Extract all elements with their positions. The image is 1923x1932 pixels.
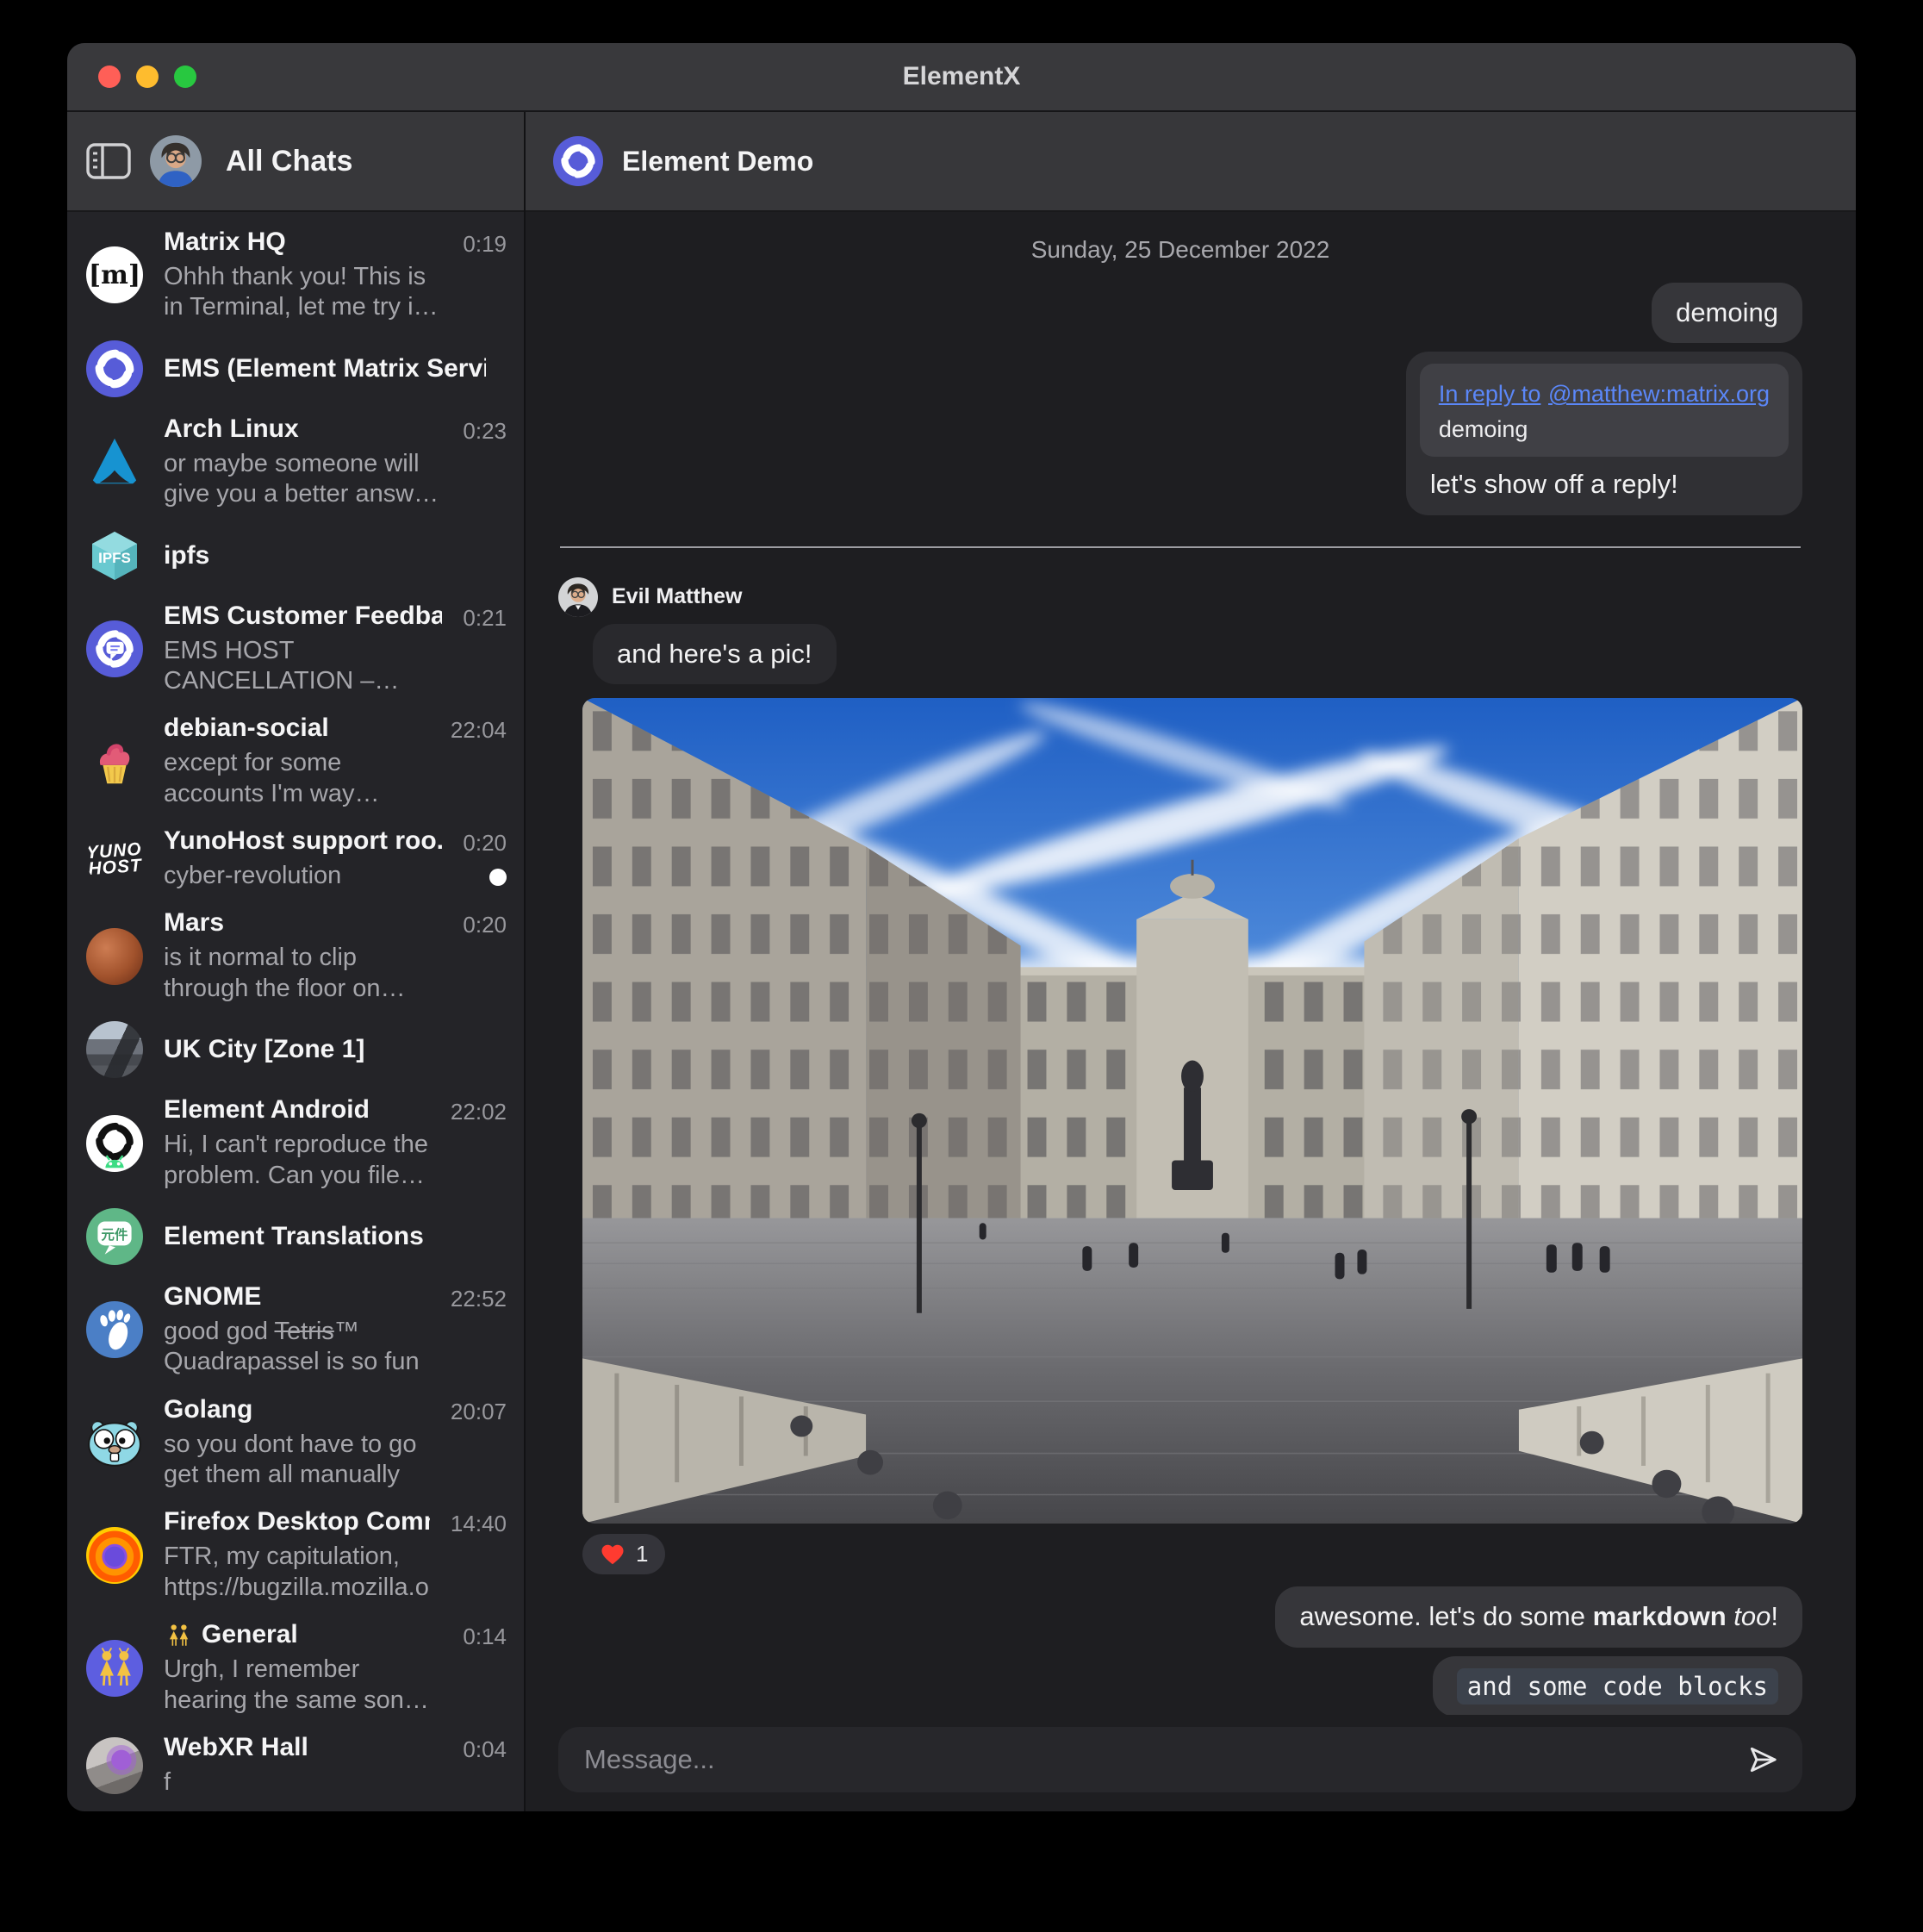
- message-input-box[interactable]: [558, 1727, 1802, 1792]
- inline-code-block: and some code blocks: [1457, 1668, 1778, 1705]
- unread-indicator-dot: [489, 869, 507, 886]
- incoming-message-pic[interactable]: and here's a pic!: [593, 624, 837, 684]
- sender-name: Evil Matthew: [612, 584, 742, 609]
- room-header[interactable]: Element Demo: [526, 112, 1856, 212]
- element-android-logo-avatar: [86, 1115, 143, 1172]
- chat-pane: Element Demo Sunday, 25 December 2022 de…: [524, 112, 1856, 1811]
- room-title: Element Demo: [622, 146, 813, 178]
- outgoing-message-demoing[interactable]: demoing: [1652, 283, 1802, 343]
- window-title: ElementX: [67, 62, 1856, 91]
- chat-row-ems[interactable]: EMS (Element Matrix Servi...: [67, 332, 524, 406]
- chat-row-firefox[interactable]: Firefox Desktop Comm... FTR, my capitula…: [67, 1499, 524, 1611]
- reply-user-link[interactable]: @matthew:matrix.org: [1548, 381, 1770, 407]
- send-button[interactable]: [1744, 1741, 1782, 1779]
- chat-row-general[interactable]: General Urgh, I remember hearing the sam…: [67, 1611, 524, 1724]
- user-avatar[interactable]: [150, 135, 202, 187]
- read-marker-line: [560, 546, 1801, 548]
- sidebar-title: All Chats: [226, 145, 352, 178]
- chat-row-yunohost[interactable]: YUNOHOST YunoHost support roo... cyber-r…: [67, 818, 524, 900]
- sidebar: All Chats [m] Matrix HQ Ohhh thank you! …: [67, 112, 524, 1811]
- chat-row-ems-customer-feedback[interactable]: EMS Customer Feedbac... EMS HOST CANCELL…: [67, 593, 524, 706]
- gnome-foot-logo-avatar: [86, 1301, 143, 1358]
- chat-row-golang[interactable]: Golang so you dont have to go get them a…: [67, 1387, 524, 1499]
- chat-row-debian-social[interactable]: debian-social except for some accounts I…: [67, 705, 524, 818]
- reaction-count: 1: [636, 1541, 648, 1567]
- shared-photo-somerset-courtyard[interactable]: [582, 698, 1802, 1524]
- go-gopher-avatar: [86, 1414, 143, 1471]
- dancers-emoji-icon: [164, 1620, 193, 1649]
- yunohost-logo-avatar: YUNOHOST: [84, 828, 145, 888]
- chat-row-uk-city[interactable]: UK City [Zone 1]: [67, 1013, 524, 1087]
- elementx-window: ElementX All Chats [m] Matrix HQ Ohhh th: [67, 43, 1856, 1811]
- cupcake-emoji-avatar: [86, 733, 143, 790]
- date-separator: Sunday, 25 December 2022: [558, 236, 1802, 264]
- traffic-lights: [98, 65, 196, 88]
- chat-row-thirdroom[interactable]: Thirdroom > <@rek2:hispagatos.org> 21:52: [67, 1806, 524, 1811]
- reaction-heart-pill[interactable]: 1: [582, 1534, 665, 1574]
- webxr-room-photo-avatar: [86, 1737, 143, 1794]
- ipfs-cube-avatar: IPFS: [86, 527, 143, 584]
- message-timeline[interactable]: Sunday, 25 December 2022 demoing In repl…: [526, 212, 1856, 1715]
- toggle-sidebar-icon[interactable]: [86, 142, 131, 180]
- minimize-window-button[interactable]: [136, 65, 159, 88]
- sidebar-header: All Chats: [67, 112, 524, 212]
- chat-row-gnome[interactable]: GNOME good god Tetris™ Quadrapassel is s…: [67, 1274, 524, 1387]
- quoted-message-text: demoing: [1439, 414, 1770, 445]
- zoom-window-button[interactable]: [174, 65, 196, 88]
- reply-body-text: let's show off a reply!: [1420, 467, 1789, 502]
- city-photo-avatar: [86, 1021, 143, 1078]
- chat-row-ipfs[interactable]: IPFS ipfs: [67, 519, 524, 593]
- outgoing-message-markdown[interactable]: awesome. let's do some markdown too!: [1275, 1586, 1802, 1647]
- outgoing-reply-message[interactable]: In reply to @matthew:matrix.org demoing …: [1406, 352, 1802, 515]
- svg-text:IPFS: IPFS: [98, 550, 131, 566]
- chat-row-element-translations[interactable]: 元件 Element Translations: [67, 1200, 524, 1274]
- chat-row-element-android[interactable]: Element Android Hi, I can't reproduce th…: [67, 1087, 524, 1200]
- dancers-emoji-avatar: [86, 1640, 143, 1697]
- arch-linux-logo-avatar: [86, 433, 143, 490]
- outgoing-message-codeblock[interactable]: and some code blocks: [1433, 1656, 1802, 1715]
- in-reply-to-link[interactable]: In reply to: [1439, 381, 1541, 407]
- chat-row-mars[interactable]: Mars is it normal to clip through the fl…: [67, 900, 524, 1013]
- firefox-logo-avatar: [86, 1527, 143, 1584]
- reply-quote-block[interactable]: In reply to @matthew:matrix.org demoing: [1420, 364, 1789, 456]
- message-input[interactable]: [584, 1744, 1744, 1775]
- mars-planet-avatar: [86, 928, 143, 985]
- close-window-button[interactable]: [98, 65, 121, 88]
- titlebar[interactable]: ElementX: [67, 43, 1856, 112]
- chat-row-webxr-hall[interactable]: WebXR Hall f 0:04: [67, 1724, 524, 1806]
- composer-area: [526, 1715, 1856, 1811]
- element-demo-room-logo: [553, 136, 603, 186]
- chat-list[interactable]: [m] Matrix HQ Ohhh thank you! This is in…: [67, 212, 524, 1811]
- svg-text:元件: 元件: [102, 1226, 128, 1243]
- chat-row-matrix-hq[interactable]: [m] Matrix HQ Ohhh thank you! This is in…: [67, 219, 524, 332]
- matrix-logo-avatar: [m]: [86, 246, 143, 303]
- heart-icon: [600, 1542, 625, 1567]
- translations-logo-avatar: 元件: [86, 1208, 143, 1265]
- element-feedback-logo-avatar: [86, 620, 143, 677]
- chat-row-arch-linux[interactable]: Arch Linux or maybe someone will give yo…: [67, 406, 524, 519]
- evil-matthew-avatar[interactable]: [558, 577, 598, 617]
- element-logo-avatar: [86, 340, 143, 397]
